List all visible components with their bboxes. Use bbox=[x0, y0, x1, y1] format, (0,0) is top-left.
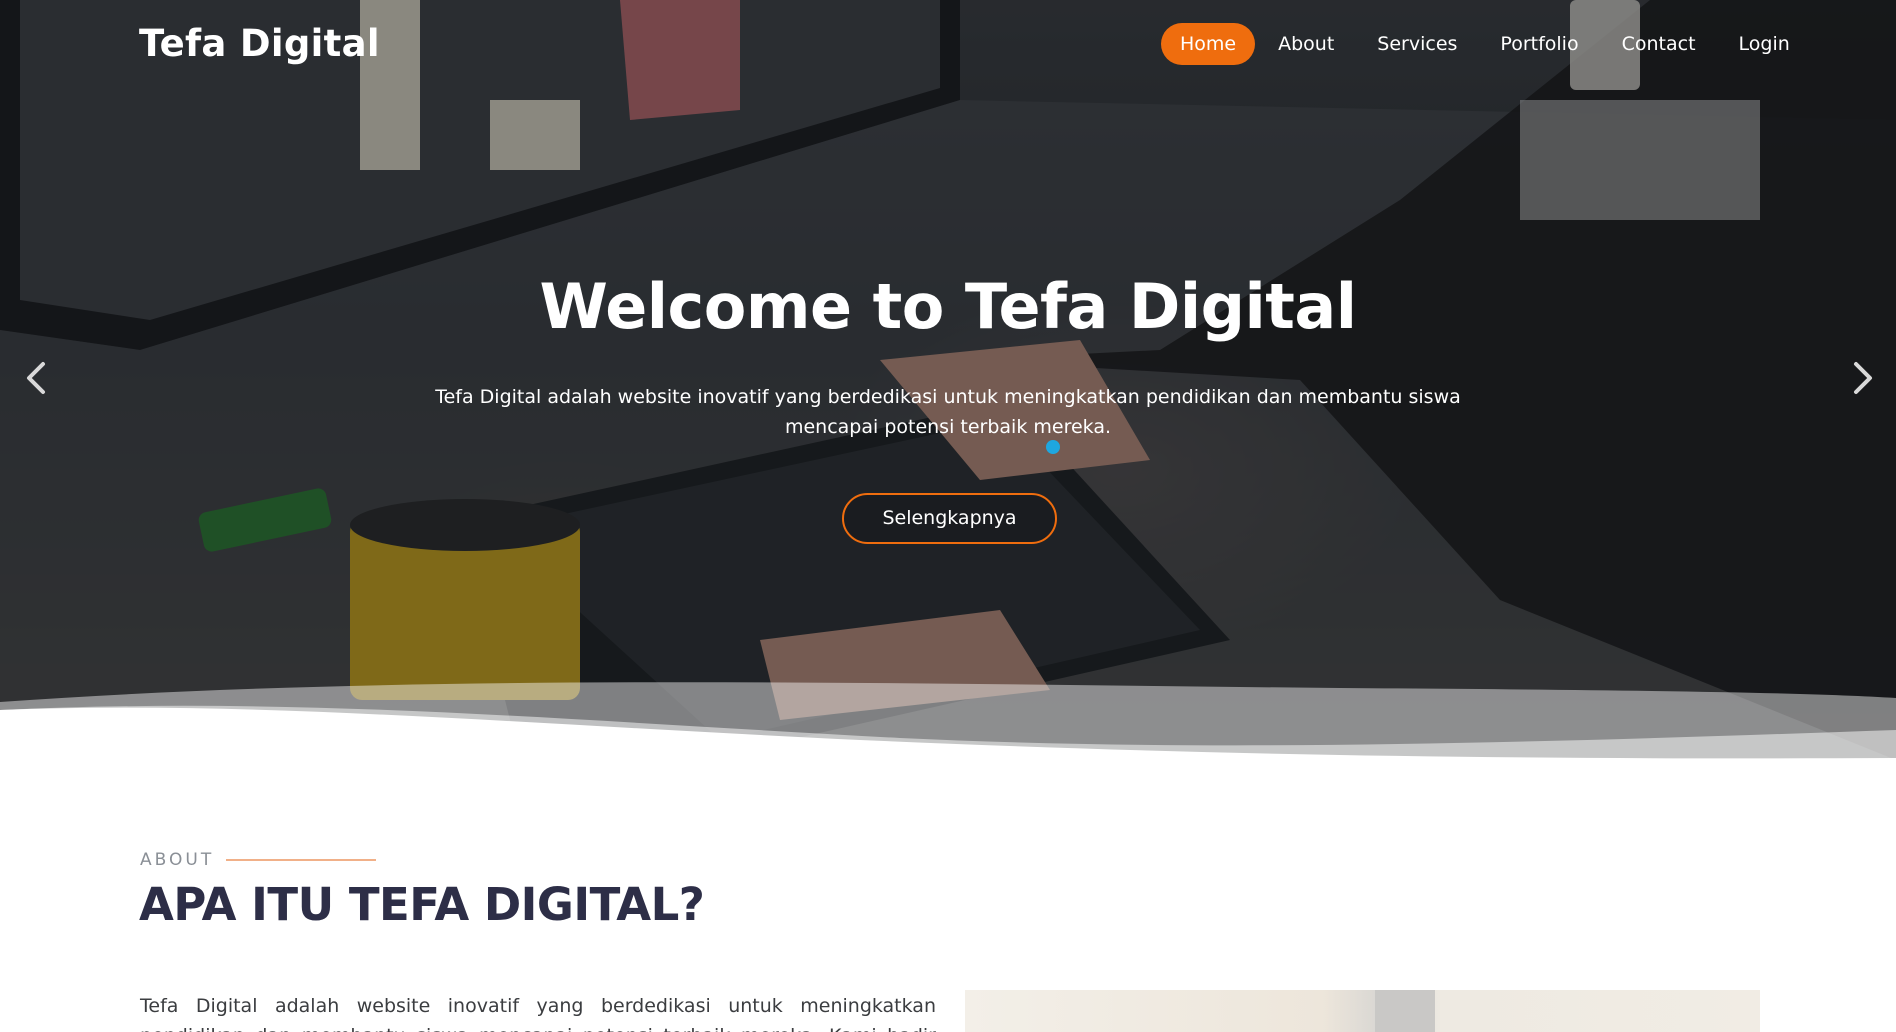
nav-item-contact[interactable]: Contact bbox=[1602, 23, 1716, 65]
about-eyebrow-divider bbox=[226, 859, 377, 861]
chevron-left-icon bbox=[27, 362, 45, 394]
nav-item-home[interactable]: Home bbox=[1161, 23, 1256, 65]
main-nav: Home About Services Portfolio Contact Lo… bbox=[1161, 23, 1813, 65]
nav-item-about[interactable]: About bbox=[1258, 23, 1354, 65]
carousel-prev-button[interactable] bbox=[19, 358, 53, 398]
about-title: APA ITU TEFA DIGITAL? bbox=[139, 878, 705, 931]
chevron-right-icon bbox=[1854, 362, 1872, 394]
cursor-dot bbox=[1046, 440, 1060, 454]
about-eyebrow: ABOUT bbox=[140, 850, 377, 870]
about-description: Tefa Digital adalah website inovatif yan… bbox=[140, 995, 936, 1032]
hero-overlay bbox=[0, 0, 1896, 760]
read-more-button[interactable]: Selengkapnya bbox=[842, 493, 1057, 544]
about-eyebrow-label: ABOUT bbox=[140, 850, 215, 870]
nav-item-portfolio[interactable]: Portfolio bbox=[1480, 23, 1598, 65]
nav-item-login[interactable]: Login bbox=[1719, 23, 1810, 65]
carousel-next-button[interactable] bbox=[1846, 358, 1880, 398]
hero-carousel: Tefa Digital Home About Services Portfol… bbox=[0, 0, 1896, 760]
nav-item-services[interactable]: Services bbox=[1357, 23, 1477, 65]
about-image bbox=[965, 990, 1760, 1032]
about-image-detail bbox=[1375, 990, 1435, 1032]
hero-subtitle: Tefa Digital adalah website inovatif yan… bbox=[435, 386, 1461, 438]
brand-logo[interactable]: Tefa Digital bbox=[139, 22, 380, 65]
hero-title: Welcome to Tefa Digital bbox=[539, 270, 1357, 343]
hero-wave-divider bbox=[0, 682, 1896, 760]
